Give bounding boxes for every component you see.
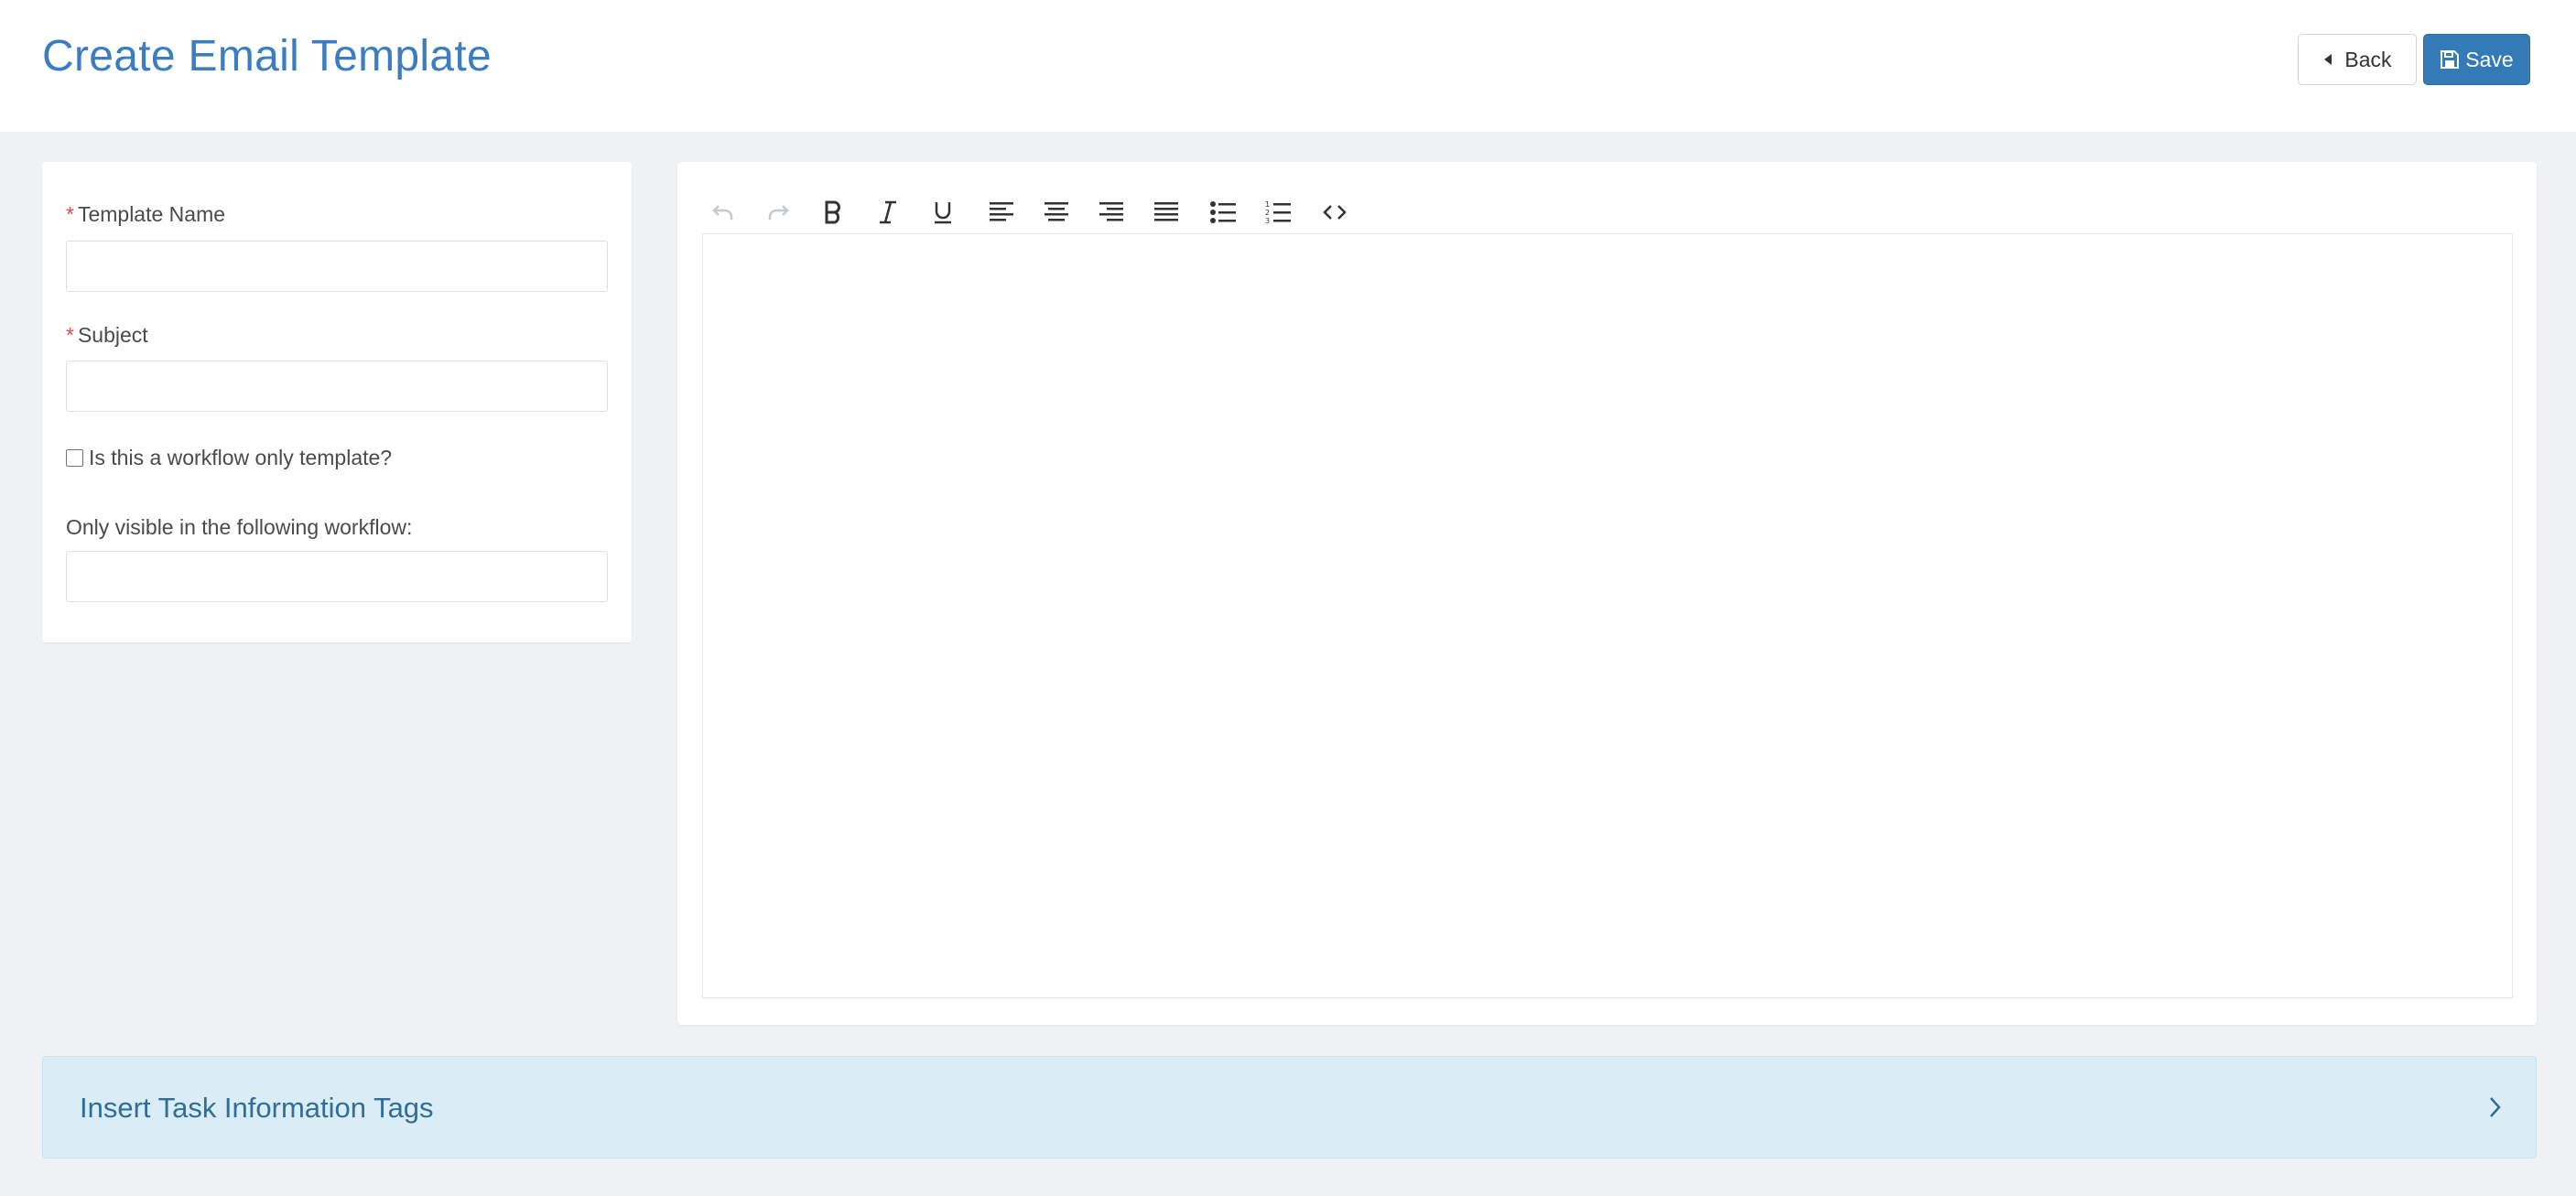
align-justify-icon [1154,202,1178,221]
visible-workflow-label: Only visible in the following workflow: [66,515,413,539]
save-button[interactable]: Save [2423,34,2530,85]
page-title: Create Email Template [42,32,492,81]
workflow-only-checkbox[interactable] [66,449,83,467]
underline-icon [935,202,951,224]
subject-label: * Subject [66,323,148,347]
bold-icon [825,200,840,224]
code-view-icon [1323,205,1347,220]
template-details-panel: * Template Name * Subject Is this a workfl… [42,162,632,642]
align-right-icon [1099,202,1123,221]
back-button[interactable]: Back [2298,34,2417,85]
align-left-icon [990,202,1013,221]
caret-left-icon [2324,54,2332,65]
align-center-button[interactable] [1035,191,1077,233]
page-header: Create Email Template Back Save [0,0,2576,132]
editor-content-area[interactable] [702,233,2513,998]
save-button-label: Save [2465,47,2514,71]
italic-icon [880,200,896,224]
code-view-button[interactable] [1314,191,1356,233]
workflow-only-label: Is this a workflow only template? [89,446,393,469]
save-icon [2441,50,2460,69]
align-justify-button[interactable] [1145,191,1187,233]
template-name-label: * Template Name [66,202,226,226]
svg-text:3: 3 [1265,217,1270,225]
subject-input[interactable] [66,361,608,412]
align-left-button[interactable] [980,191,1023,233]
back-button-label: Back [2344,47,2392,71]
chevron-right-icon [2490,1097,2501,1117]
template-name-input[interactable] [66,241,608,292]
accordion-title: Insert Task Information Tags [80,1092,434,1124]
required-marker: * [66,202,74,226]
svg-text:1: 1 [1265,200,1270,209]
align-right-button[interactable] [1090,191,1132,233]
bullet-list-icon [1210,201,1236,223]
visible-workflow-input[interactable] [66,551,608,602]
required-marker: * [66,323,74,347]
align-center-icon [1044,202,1068,221]
svg-text:2: 2 [1265,209,1270,217]
undo-icon [712,205,733,220]
numbered-list-button[interactable]: 1 2 3 [1257,191,1299,233]
redo-icon [768,205,789,220]
redo-button[interactable] [757,191,799,233]
italic-button[interactable] [867,191,909,233]
bold-button[interactable] [812,191,854,233]
numbered-list-icon: 1 2 3 [1265,200,1291,225]
undo-button[interactable] [702,191,744,233]
workflow-only-row: Is this a workflow only template? [66,446,392,470]
underline-button[interactable] [922,191,964,233]
bullet-list-button[interactable] [1202,191,1244,233]
insert-task-tags-accordion[interactable]: Insert Task Information Tags [42,1056,2537,1158]
editor-panel: 1 2 3 [677,162,2537,1025]
